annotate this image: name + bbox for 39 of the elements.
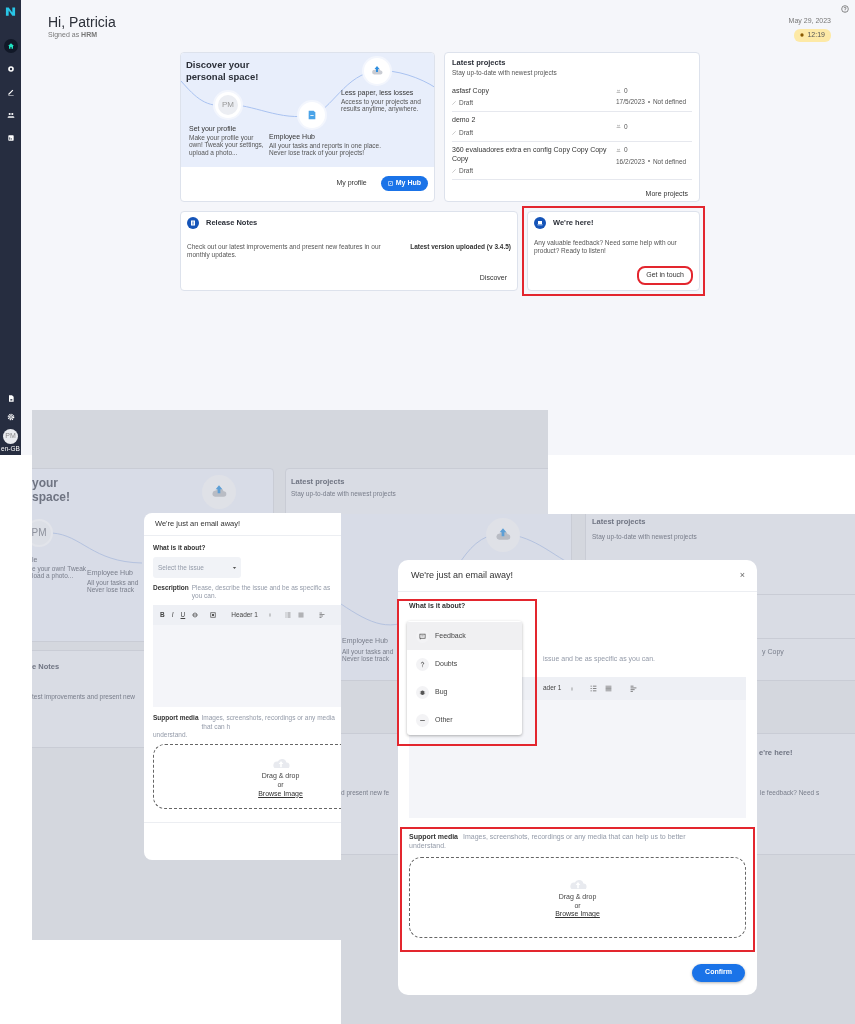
laptop-icon bbox=[537, 219, 543, 226]
close-button[interactable]: × bbox=[739, 569, 745, 582]
clock-icon bbox=[800, 33, 805, 38]
people-icon bbox=[616, 88, 621, 93]
strikethrough-icon[interactable] bbox=[192, 612, 199, 619]
document-icon bbox=[307, 108, 317, 121]
background-heading: space! bbox=[32, 490, 71, 505]
people-icon bbox=[616, 124, 621, 129]
nav-item[interactable] bbox=[3, 39, 18, 53]
bug-icon bbox=[419, 688, 426, 696]
greeting: Hi, Patricia bbox=[48, 14, 116, 31]
edit-icon bbox=[387, 181, 393, 187]
ordered-list-icon[interactable] bbox=[590, 685, 598, 692]
help-icon[interactable] bbox=[841, 5, 849, 13]
circle-icon bbox=[6, 65, 15, 73]
list-icon[interactable] bbox=[605, 685, 613, 692]
document-icon bbox=[190, 219, 196, 226]
pencil-icon bbox=[452, 101, 456, 106]
card-title: Discover your personal space! bbox=[186, 58, 260, 83]
dialog-title: We're just an email away! bbox=[411, 569, 514, 582]
list-icon[interactable] bbox=[297, 612, 304, 619]
home-icon bbox=[6, 42, 15, 50]
document-icon[interactable] bbox=[6, 393, 15, 403]
pen-icon bbox=[6, 88, 15, 96]
align-icon[interactable] bbox=[318, 612, 325, 619]
people-icon bbox=[6, 111, 15, 119]
avatar: PM bbox=[218, 94, 238, 115]
question-icon bbox=[419, 660, 426, 668]
pencil-icon bbox=[452, 169, 456, 174]
chart-icon bbox=[6, 134, 15, 142]
pencil-icon bbox=[452, 130, 456, 135]
people-icon bbox=[616, 147, 621, 152]
align-icon[interactable] bbox=[630, 685, 638, 692]
background-heading: your bbox=[32, 476, 58, 491]
logo-icon[interactable] bbox=[5, 6, 16, 17]
feedback-icon bbox=[419, 632, 426, 640]
settings-icon[interactable] bbox=[6, 412, 15, 421]
caret-icon bbox=[232, 565, 237, 570]
image-icon[interactable] bbox=[210, 612, 217, 619]
